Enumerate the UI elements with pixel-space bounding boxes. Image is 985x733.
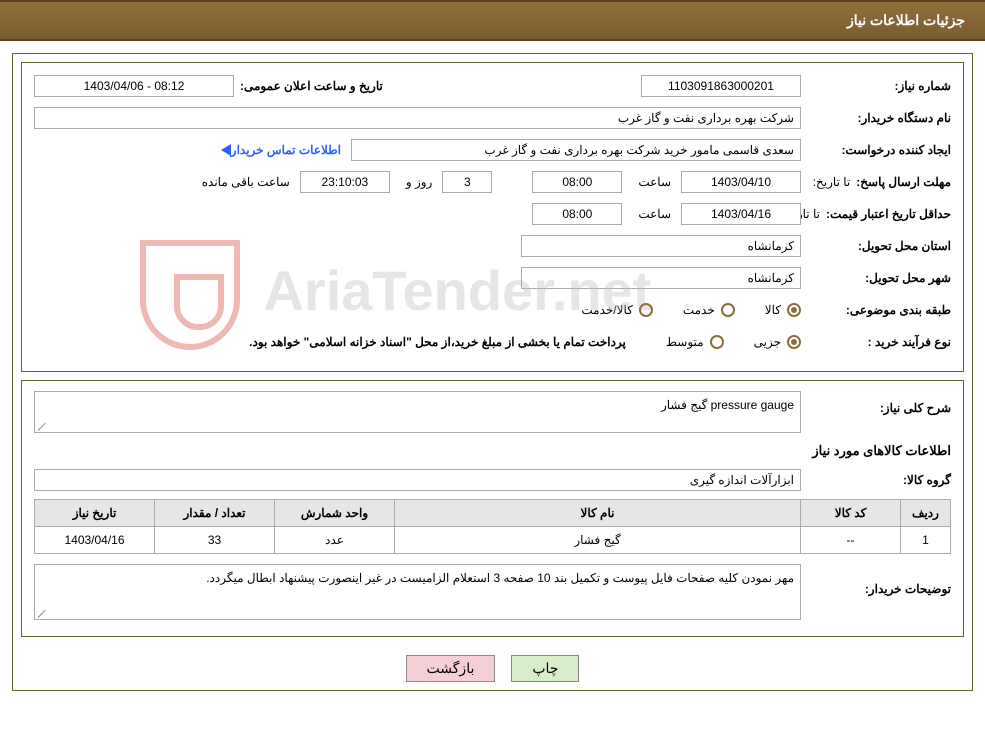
table-row: 1 -- گیج فشار عدد 33 1403/04/16 <box>35 527 951 554</box>
field-requester: سعدی قاسمی مامور خرید شرکت بهره برداری ن… <box>351 139 801 161</box>
td-unit: عدد <box>275 527 395 554</box>
purchase-note: پرداخت تمام یا بخشی از مبلغ خرید،از محل … <box>249 335 626 349</box>
need-desc-text: pressure gauge گیج فشار <box>661 398 794 412</box>
row-need-desc: شرح کلی نیاز: pressure gauge گیج فشار <box>34 391 951 433</box>
row-buyer-notes: توضیحات خریدار: مهر نمودن کلیه صفحات فای… <box>34 564 951 620</box>
field-city: کرمانشاه <box>521 267 801 289</box>
radio-partial-label: جزیی <box>754 335 781 349</box>
radio-goods-icon <box>787 303 801 317</box>
td-row: 1 <box>901 527 951 554</box>
label-hour-1: ساعت <box>638 175 671 189</box>
th-code: کد کالا <box>801 500 901 527</box>
label-purchase-type: نوع فرآیند خرید : <box>868 335 951 349</box>
field-announce: 1403/04/06 - 08:12 <box>34 75 234 97</box>
field-countdown: 23:10:03 <box>300 171 390 193</box>
td-code: -- <box>801 527 901 554</box>
contact-link[interactable]: اطلاعات تماس خریدار <box>231 143 341 157</box>
th-qty: تعداد / مقدار <box>155 500 275 527</box>
label-days-and: روز و <box>406 175 433 189</box>
label-need-no: شماره نیاز: <box>895 79 951 93</box>
label-buyer-notes: توضیحات خریدار: <box>865 582 951 596</box>
field-reply-time: 08:00 <box>532 171 622 193</box>
radio-goods-label: کالا <box>765 303 781 317</box>
label-hours-left: ساعت باقی مانده <box>202 175 290 189</box>
row-need-no: شماره نیاز: 1103091863000201 تاریخ و ساع… <box>34 73 951 99</box>
print-button[interactable]: چاپ <box>511 655 579 682</box>
items-info-heading: اطلاعات کالاهای مورد نیاز <box>34 443 951 459</box>
th-unit: واحد شمارش <box>275 500 395 527</box>
radio-goods-wrap[interactable]: کالا <box>765 303 801 317</box>
table-header-row: ردیف کد کالا نام کالا واحد شمارش تعداد /… <box>35 500 951 527</box>
field-buyer-org: شرکت بهره برداری نفت و گاز غرب <box>34 107 801 129</box>
row-buyer-org: نام دستگاه خریدار: شرکت بهره برداری نفت … <box>34 105 951 131</box>
triangle-left-icon <box>221 144 231 156</box>
radio-partial-wrap[interactable]: جزیی <box>754 335 801 349</box>
main-container: شماره نیاز: 1103091863000201 تاریخ و ساع… <box>12 53 973 691</box>
field-buyer-notes[interactable]: مهر نمودن کلیه صفحات فایل پیوست و تکمیل … <box>34 564 801 620</box>
row-goods-group: گروه کالا: ابزارآلات اندازه گیری <box>34 467 951 493</box>
label-until-date-1: تا تاریخ: <box>813 175 851 189</box>
radio-goods-service-icon <box>639 303 653 317</box>
row-province: استان محل تحویل: کرمانشاه <box>34 233 951 259</box>
th-row: ردیف <box>901 500 951 527</box>
buyer-notes-text: مهر نمودن کلیه صفحات فایل پیوست و تکمیل … <box>206 571 794 585</box>
field-province: کرمانشاه <box>521 235 801 257</box>
radio-medium-wrap[interactable]: متوسط <box>666 335 724 349</box>
label-subject-class: طبقه بندی موضوعی: <box>846 303 951 317</box>
resizer-icon[interactable] <box>37 607 47 617</box>
row-valid-date: حداقل تاریخ اعتبار قیمت: تا تاریخ: 1403/… <box>34 201 951 227</box>
td-qty: 33 <box>155 527 275 554</box>
radio-service-wrap[interactable]: خدمت <box>683 303 735 317</box>
row-subject-class: طبقه بندی موضوعی: کالا خدمت کالا/خدمت <box>34 297 951 323</box>
field-goods-group: ابزارآلات اندازه گیری <box>34 469 801 491</box>
field-valid-date: 1403/04/16 <box>681 203 801 225</box>
label-buyer-org: نام دستگاه خریدار: <box>858 111 952 125</box>
radio-goods-service-label: کالا/خدمت <box>581 303 632 317</box>
label-need-desc: شرح کلی نیاز: <box>880 401 951 415</box>
field-need-desc[interactable]: pressure gauge گیج فشار <box>34 391 801 433</box>
row-reply-deadline: مهلت ارسال پاسخ: تا تاریخ: 1403/04/10 سا… <box>34 169 951 195</box>
td-name: گیج فشار <box>395 527 801 554</box>
label-province: استان محل تحویل: <box>858 239 951 253</box>
th-date: تاریخ نیاز <box>35 500 155 527</box>
page-title: جزئیات اطلاعات نیاز <box>847 12 965 28</box>
td-date: 1403/04/16 <box>35 527 155 554</box>
button-row: چاپ بازگشت <box>21 655 964 682</box>
field-days-left: 3 <box>442 171 492 193</box>
label-requester: ایجاد کننده درخواست: <box>841 143 951 157</box>
contact-link-wrap[interactable]: اطلاعات تماس خریدار <box>215 143 341 157</box>
field-need-no: 1103091863000201 <box>641 75 801 97</box>
row-city: شهر محل تحویل: کرمانشاه <box>34 265 951 291</box>
row-requester: ایجاد کننده درخواست: سعدی قاسمی مامور خر… <box>34 137 951 163</box>
need-details-section: شرح کلی نیاز: pressure gauge گیج فشار اط… <box>21 380 964 637</box>
radio-medium-icon <box>710 335 724 349</box>
back-button[interactable]: بازگشت <box>406 655 496 682</box>
field-reply-date: 1403/04/10 <box>681 171 801 193</box>
label-reply-deadline: مهلت ارسال پاسخ: <box>856 175 951 189</box>
label-goods-group: گروه کالا: <box>903 473 951 487</box>
field-valid-time: 08:00 <box>532 203 622 225</box>
need-info-section: شماره نیاز: 1103091863000201 تاریخ و ساع… <box>21 62 964 372</box>
label-city: شهر محل تحویل: <box>865 271 951 285</box>
label-hour-2: ساعت <box>638 207 671 221</box>
label-min-valid: حداقل تاریخ اعتبار قیمت: <box>826 207 951 221</box>
items-table: ردیف کد کالا نام کالا واحد شمارش تعداد /… <box>34 499 951 554</box>
th-name: نام کالا <box>395 500 801 527</box>
radio-service-icon <box>721 303 735 317</box>
row-purchase-type: نوع فرآیند خرید : جزیی متوسط پرداخت تمام… <box>34 329 951 355</box>
resizer-icon[interactable] <box>37 420 47 430</box>
radio-medium-label: متوسط <box>666 335 704 349</box>
radio-goods-service-wrap[interactable]: کالا/خدمت <box>581 303 652 317</box>
page-title-bar: جزئیات اطلاعات نیاز <box>0 0 985 41</box>
radio-service-label: خدمت <box>683 303 715 317</box>
radio-partial-icon <box>787 335 801 349</box>
label-announce: تاریخ و ساعت اعلان عمومی: <box>240 79 383 93</box>
